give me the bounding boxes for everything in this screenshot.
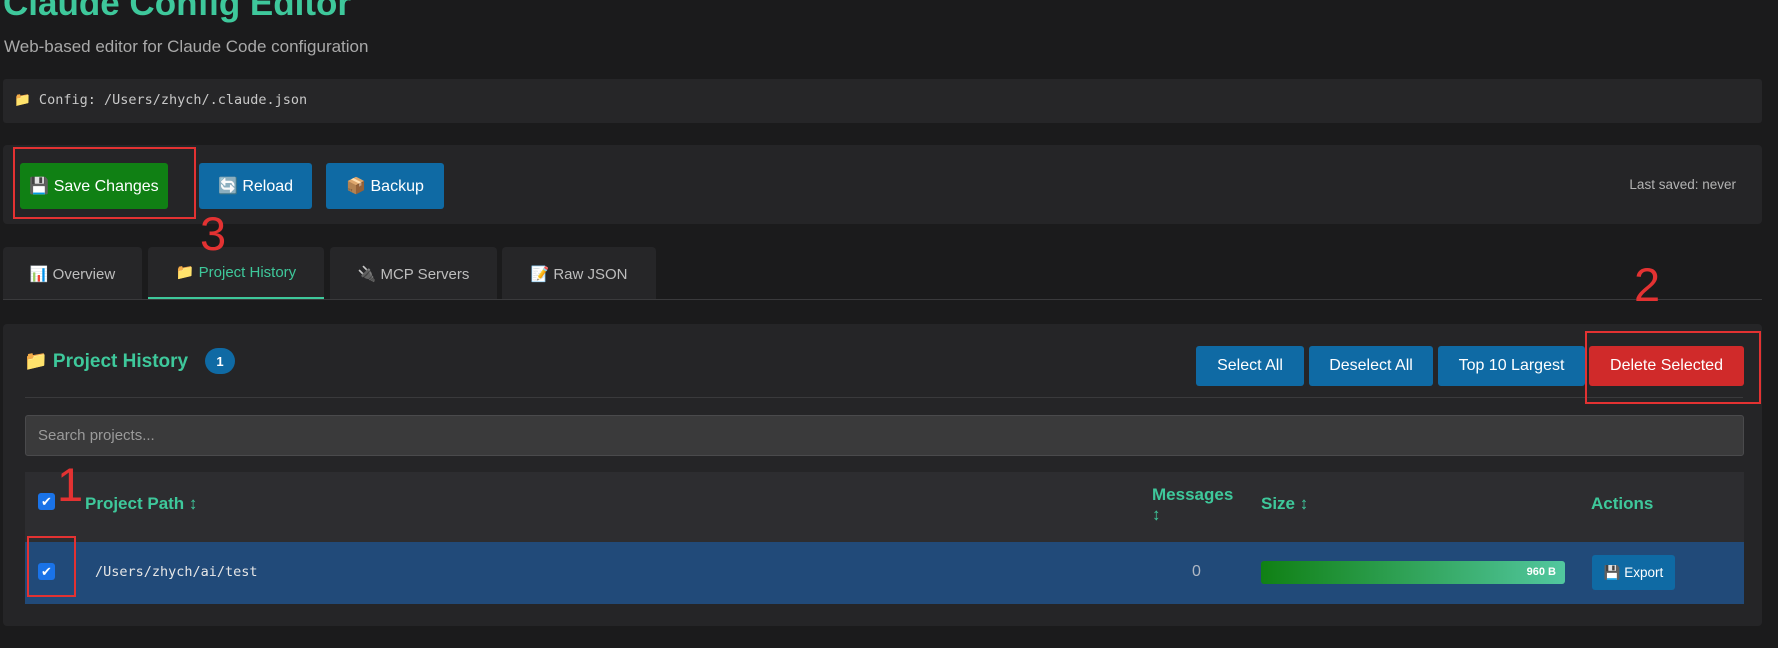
table-header: ✔ Project Path ↕ Messages ↕ Size ↕ Actio… xyxy=(25,472,1744,542)
toolbar: 💾 Save Changes 🔄 Reload 📦 Backup Last sa… xyxy=(3,145,1762,224)
tab-raw-json[interactable]: 📝 Raw JSON xyxy=(502,247,656,300)
annotation-box-delete xyxy=(1585,331,1761,404)
backup-button[interactable]: 📦 Backup xyxy=(326,163,444,209)
annotation-box-checkbox xyxy=(27,536,76,597)
column-header-messages[interactable]: Messages xyxy=(1152,485,1233,505)
search-projects-input[interactable] xyxy=(25,415,1744,456)
project-count-badge: 1 xyxy=(205,348,235,374)
top-10-largest-button[interactable]: Top 10 Largest xyxy=(1438,346,1585,386)
message-count: 0 xyxy=(1192,563,1201,580)
column-header-messages-sort-icon[interactable]: ↕ xyxy=(1152,505,1161,525)
app-subtitle: Web-based editor for Claude Code configu… xyxy=(4,37,369,56)
panel-divider xyxy=(25,397,1743,398)
select-all-checkbox[interactable]: ✔ xyxy=(38,493,55,510)
export-button[interactable]: 💾 Export xyxy=(1592,555,1675,590)
tab-mcp-servers[interactable]: 🔌 MCP Servers xyxy=(330,247,497,300)
column-header-project-path[interactable]: Project Path ↕ xyxy=(85,494,197,514)
size-bar: 960 B xyxy=(1261,561,1565,584)
last-saved-status: Last saved: never xyxy=(1629,177,1736,192)
project-history-panel: 📁 Project History 1 Select All Deselect … xyxy=(3,324,1762,626)
config-path-text: 📁 Config: /Users/zhych/.claude.json xyxy=(14,92,308,108)
size-label: 960 B xyxy=(1526,566,1556,578)
project-path: /Users/zhych/ai/test xyxy=(95,564,258,580)
deselect-all-button[interactable]: Deselect All xyxy=(1309,346,1433,386)
app-title: Claude Config Editor xyxy=(3,0,352,23)
table-row[interactable]: ✔ /Users/zhych/ai/test 0 960 B 💾 Export xyxy=(25,542,1744,604)
column-header-actions: Actions xyxy=(1591,494,1654,513)
tab-divider xyxy=(3,299,1762,300)
tab-project-history[interactable]: 📁 Project History xyxy=(148,247,324,300)
select-all-button[interactable]: Select All xyxy=(1196,346,1304,386)
annotation-box-save xyxy=(13,147,196,219)
size-bar-fill xyxy=(1261,561,1565,584)
panel-title: 📁 Project History xyxy=(24,351,189,372)
column-header-size[interactable]: Size ↕ xyxy=(1261,494,1308,514)
tab-overview[interactable]: 📊 Overview xyxy=(3,247,142,300)
annotation-number-1: 1 xyxy=(57,458,84,511)
annotation-number-2: 2 xyxy=(1634,258,1661,311)
reload-button[interactable]: 🔄 Reload xyxy=(199,163,312,209)
config-path-bar: 📁 Config: /Users/zhych/.claude.json xyxy=(3,79,1762,123)
annotation-number-3: 3 xyxy=(200,207,227,260)
